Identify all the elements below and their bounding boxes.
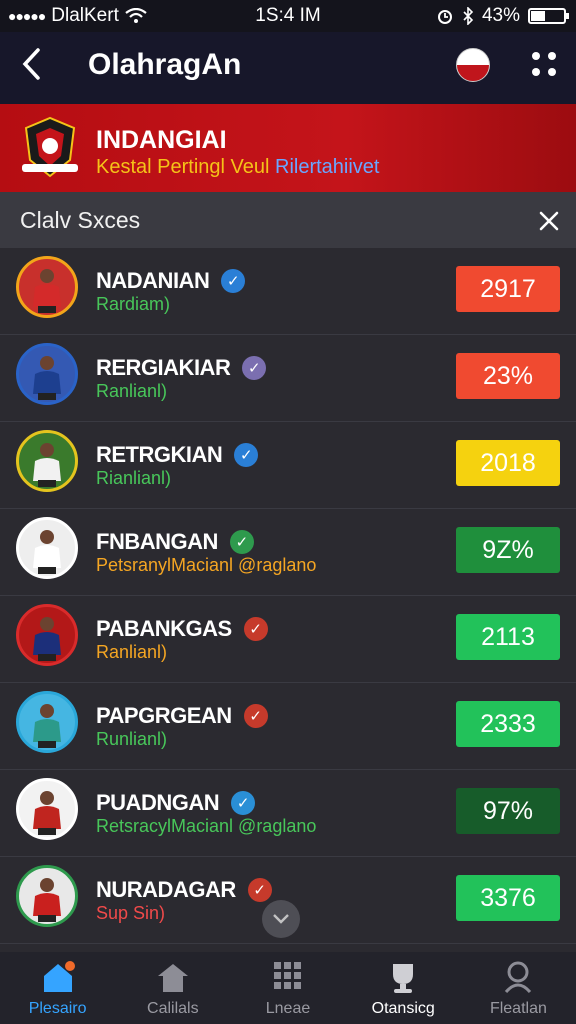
verified-badge-icon: ✓	[231, 791, 256, 815]
player-row[interactable]: FNBANGAN PetsranylMacianl @raglano ✓ 9Z%	[0, 509, 576, 596]
banner-subtitle: Kestal Pertingl Veul Rilertahiivet	[96, 156, 379, 179]
app-bar: OlahragAn	[0, 32, 576, 104]
player-photo-icon	[33, 878, 61, 922]
player-avatar	[16, 343, 78, 405]
country-flag-icon[interactable]	[456, 48, 490, 82]
player-avatar	[16, 517, 78, 579]
chevron-down-icon	[273, 914, 289, 924]
tab-profile[interactable]: Fleatlan	[461, 952, 576, 1024]
player-row[interactable]: PAPGRGEAN Runlianl) ✓ 2333	[0, 683, 576, 770]
banner-subtitle-part-2: Rilertahiivet	[275, 156, 380, 178]
scroll-action-button[interactable]	[262, 900, 300, 938]
tab-label: Fleatlan	[489, 1000, 547, 1017]
status-right: 43%	[436, 5, 569, 27]
player-avatar	[16, 604, 78, 666]
player-avatar	[16, 430, 78, 492]
player-row[interactable]: PABANKGAS Ranlianl) ✓ 2113	[0, 596, 576, 683]
player-avatar	[16, 778, 78, 840]
verified-badge-icon: ✓	[234, 443, 259, 467]
player-name: PAPGRGEAN	[96, 703, 232, 728]
player-row[interactable]: RETRGKIAN Rianlianl) ✓ 2018	[0, 422, 576, 509]
player-row[interactable]: RERGIAKIAR Ranlianl) ✓ 23%	[0, 335, 576, 422]
verified-badge-icon: ✓	[247, 878, 272, 902]
alarm-icon	[437, 10, 452, 24]
score-badge[interactable]: 97%	[456, 788, 560, 834]
tab-grid[interactable]: Lneae	[230, 952, 345, 1024]
home-icon	[40, 960, 76, 994]
page-title: OlahragAn	[88, 48, 242, 81]
score-badge[interactable]: 2917	[456, 266, 560, 312]
crest-icon	[22, 116, 78, 178]
tab-home[interactable]: Plesairo	[0, 952, 115, 1024]
player-name: PUADNGAN	[96, 790, 220, 815]
verified-badge-icon: ✓	[221, 269, 246, 293]
player-name: NURADAGAR	[96, 877, 236, 902]
player-photo-icon	[33, 443, 61, 487]
verified-badge-icon: ✓	[243, 617, 268, 641]
player-subtitle: PetsranylMacianl @raglano	[96, 555, 317, 575]
score-badge[interactable]: 2018	[456, 440, 560, 486]
tab-trophy[interactable]: Otansicg	[346, 952, 461, 1024]
banner-title: INDANGIAI	[96, 126, 227, 154]
banner-subtitle-part-1: Kestal Pertingl Veul	[96, 156, 270, 178]
player-subtitle: Runlianl)	[96, 729, 168, 749]
league-banner[interactable]: INDANGIAI Kestal Pertingl Veul Rilertahi…	[0, 104, 576, 192]
player-subtitle: Sup Sin)	[96, 903, 166, 923]
grid-dots-icon[interactable]	[532, 52, 560, 80]
player-name: RERGIAKIAR	[96, 355, 231, 380]
bluetooth-icon	[463, 7, 474, 25]
grid-icon	[270, 960, 306, 994]
house-icon	[155, 960, 191, 994]
player-name: PABANKGAS	[96, 616, 232, 641]
player-subtitle: Ranlianl)	[96, 642, 168, 662]
close-button[interactable]	[538, 202, 560, 240]
status-bar: ●●●●● DlalKert 1S:4 IM 43%	[0, 0, 576, 32]
tab-label: Calilals	[147, 1000, 199, 1017]
player-subtitle: Rianlianl)	[96, 468, 172, 488]
player-subtitle: Ranlianl)	[96, 381, 168, 401]
verified-badge-icon: ✓	[229, 530, 254, 554]
player-row[interactable]: PUADNGAN RetsracylMacianl @raglano ✓ 97%	[0, 770, 576, 857]
player-avatar	[16, 256, 78, 318]
player-photo-icon	[33, 791, 61, 835]
battery-percent: 43%	[481, 5, 520, 26]
player-row[interactable]: NADANIAN Rardiam) ✓ 2917	[0, 248, 576, 335]
trophy-icon	[385, 960, 421, 994]
score-badge[interactable]: 2333	[456, 701, 560, 747]
chevron-left-icon	[22, 48, 40, 80]
player-photo-icon	[33, 617, 61, 661]
player-photo-icon	[33, 704, 61, 748]
bottom-tab-bar: Plesairo Calilals Lneae Otansicg Fleatla…	[0, 952, 576, 1024]
score-badge[interactable]: 2113	[456, 614, 560, 660]
filter-bar: Clal​v Sxces	[0, 192, 576, 248]
score-badge[interactable]: 3376	[456, 875, 560, 921]
verified-badge-icon: ✓	[243, 704, 268, 728]
tab-label: Plesairo	[28, 1000, 87, 1017]
tab-label: Lneae	[265, 1000, 311, 1017]
player-name: NADANIAN	[96, 268, 210, 293]
score-badge[interactable]: 23%	[456, 353, 560, 399]
back-button[interactable]	[20, 46, 44, 90]
player-subtitle: RetsracylMacianl @raglano	[96, 816, 317, 836]
close-icon	[539, 211, 559, 231]
player-photo-icon	[33, 269, 61, 313]
tab-label: Otansicg	[371, 1000, 435, 1017]
player-photo-icon	[33, 530, 61, 574]
score-badge[interactable]: 9Z%	[456, 527, 560, 573]
player-avatar	[16, 691, 78, 753]
player-name: FNBANGAN	[96, 529, 218, 554]
filter-label: Clal​v Sxces	[20, 207, 141, 233]
player-avatar	[16, 865, 78, 927]
verified-badge-icon: ✓	[242, 356, 267, 380]
player-list: NADANIAN Rardiam) ✓ 2917 RERGIAKIAR Ranl…	[0, 248, 576, 944]
player-subtitle: Rardiam)	[96, 294, 171, 314]
profile-icon	[500, 960, 536, 994]
battery-icon	[528, 8, 569, 24]
player-photo-icon	[33, 356, 61, 400]
tab-house[interactable]: Calilals	[115, 952, 230, 1024]
player-name: RETRGKIAN	[96, 442, 223, 467]
